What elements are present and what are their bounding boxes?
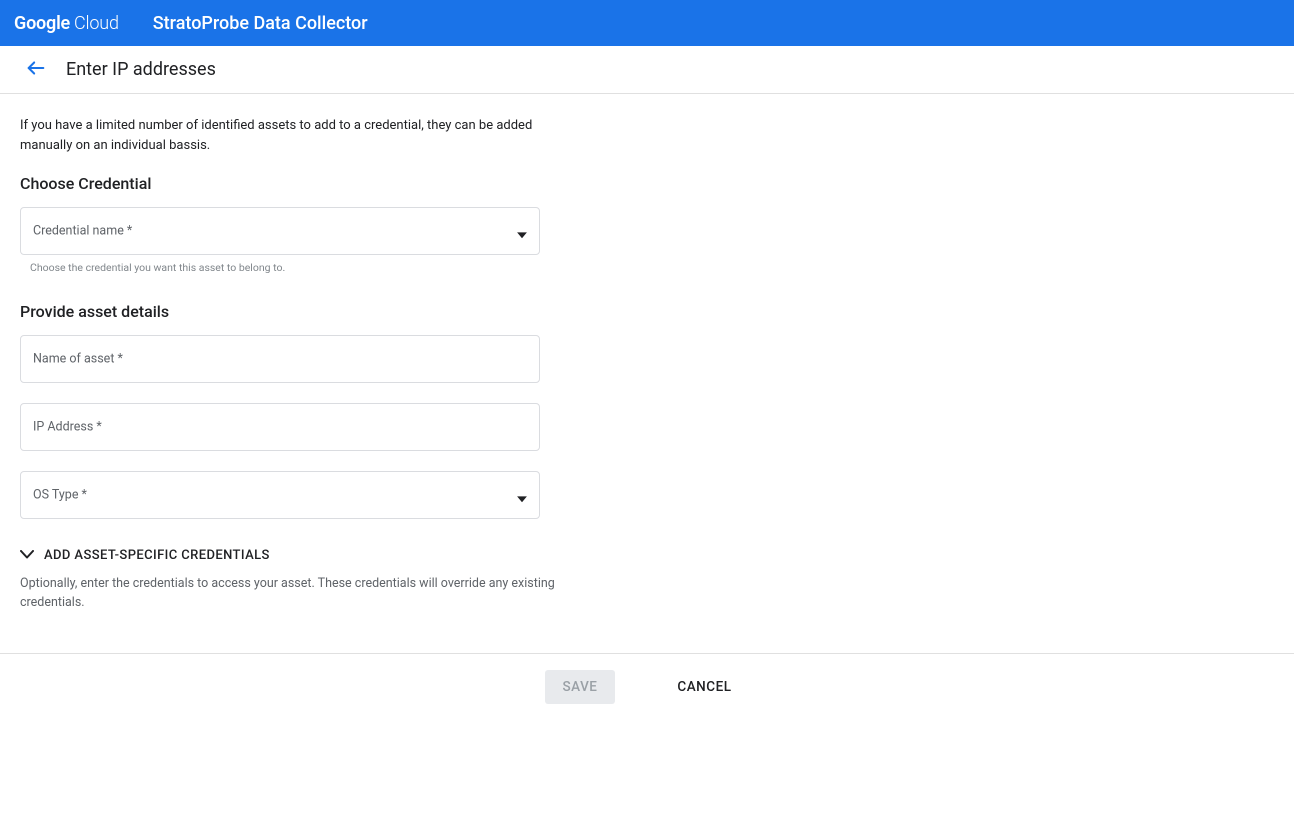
- provide-asset-details-heading: Provide asset details: [20, 302, 680, 321]
- ip-address-input[interactable]: [33, 404, 527, 450]
- google-cloud-logo: Google Cloud: [14, 13, 119, 34]
- app-title: StratoProbe Data Collector: [153, 13, 368, 34]
- choose-credential-heading: Choose Credential: [20, 174, 680, 193]
- top-app-bar: Google Cloud StratoProbe Data Collector: [0, 0, 1294, 46]
- action-footer: SAVE CANCEL: [0, 653, 1294, 721]
- chevron-down-icon: [517, 226, 527, 242]
- page-subheader: Enter IP addresses: [0, 46, 1294, 94]
- add-asset-credentials-toggle[interactable]: ADD ASSET-SPECIFIC CREDENTIALS: [20, 547, 680, 563]
- os-type-label: OS Type *: [33, 488, 87, 503]
- save-button[interactable]: SAVE: [545, 670, 616, 704]
- credential-helper-text: Choose the credential you want this asse…: [20, 261, 540, 274]
- back-button[interactable]: [20, 54, 52, 86]
- asset-name-field[interactable]: Name of asset *: [20, 335, 540, 383]
- add-asset-credentials-helper: Optionally, enter the credentials to acc…: [20, 575, 560, 613]
- cancel-button[interactable]: CANCEL: [659, 670, 749, 704]
- logo-text-google: Google: [14, 13, 70, 34]
- page-title: Enter IP addresses: [66, 59, 216, 80]
- intro-text: If you have a limited number of identifi…: [20, 116, 540, 156]
- main-content: If you have a limited number of identifi…: [0, 94, 700, 653]
- add-asset-credentials-label: ADD ASSET-SPECIFIC CREDENTIALS: [44, 548, 270, 563]
- chevron-down-icon: [20, 547, 34, 563]
- ip-address-field[interactable]: IP Address *: [20, 403, 540, 451]
- chevron-down-icon: [517, 490, 527, 506]
- os-type-select[interactable]: OS Type *: [20, 471, 540, 519]
- asset-name-input[interactable]: [33, 336, 527, 382]
- arrow-left-icon: [25, 57, 47, 83]
- logo-text-cloud: Cloud: [74, 13, 119, 34]
- credential-name-label: Credential name *: [33, 224, 132, 239]
- credential-name-select[interactable]: Credential name * Choose the credential …: [20, 207, 540, 274]
